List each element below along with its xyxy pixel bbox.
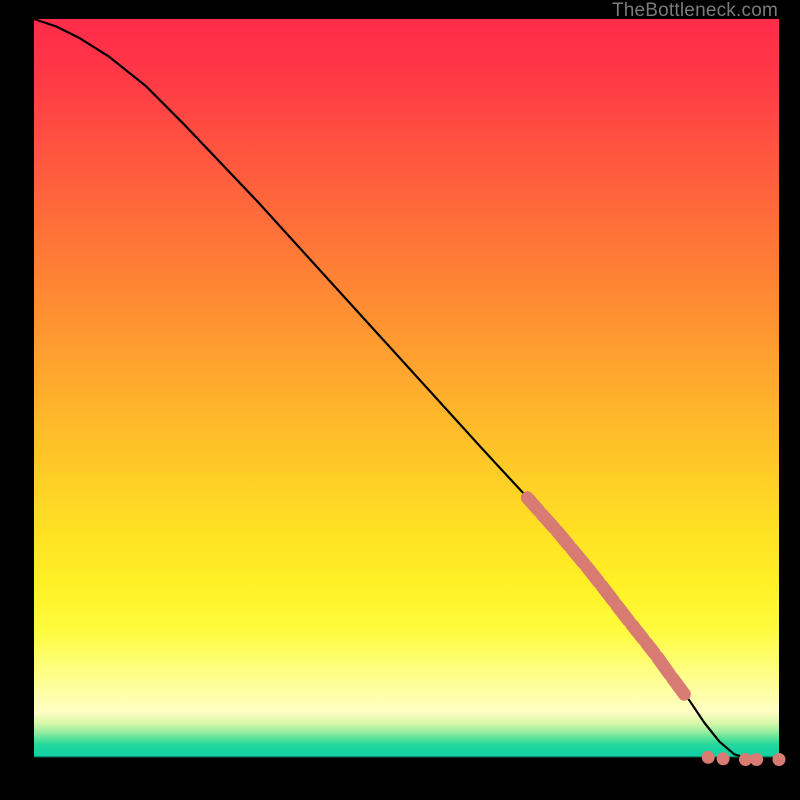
tail-dot	[702, 751, 715, 764]
tail-dots	[702, 751, 786, 766]
tail-dot	[750, 753, 763, 766]
highlight-dash	[617, 605, 629, 620]
tail-dot	[717, 752, 730, 765]
highlight-dash	[646, 643, 654, 653]
tail-dot	[739, 753, 752, 766]
highlight-dash	[572, 549, 584, 563]
curve-layer	[34, 19, 779, 764]
chart-stage: TheBottleneck.com	[0, 0, 800, 800]
highlight-dash	[587, 567, 599, 582]
highlight-dash	[632, 624, 644, 639]
highlight-dash	[602, 586, 614, 601]
highlight-dash	[527, 498, 539, 511]
highlight-dash	[658, 657, 670, 674]
highlight-dash	[557, 531, 569, 545]
plot-area	[34, 19, 779, 764]
tail-dot	[773, 753, 786, 766]
attribution-text: TheBottleneck.com	[612, 0, 778, 22]
highlight-dash	[542, 515, 554, 528]
highlight-dash	[673, 678, 685, 694]
bottleneck-curve	[34, 19, 779, 760]
highlight-dashes	[527, 498, 684, 695]
